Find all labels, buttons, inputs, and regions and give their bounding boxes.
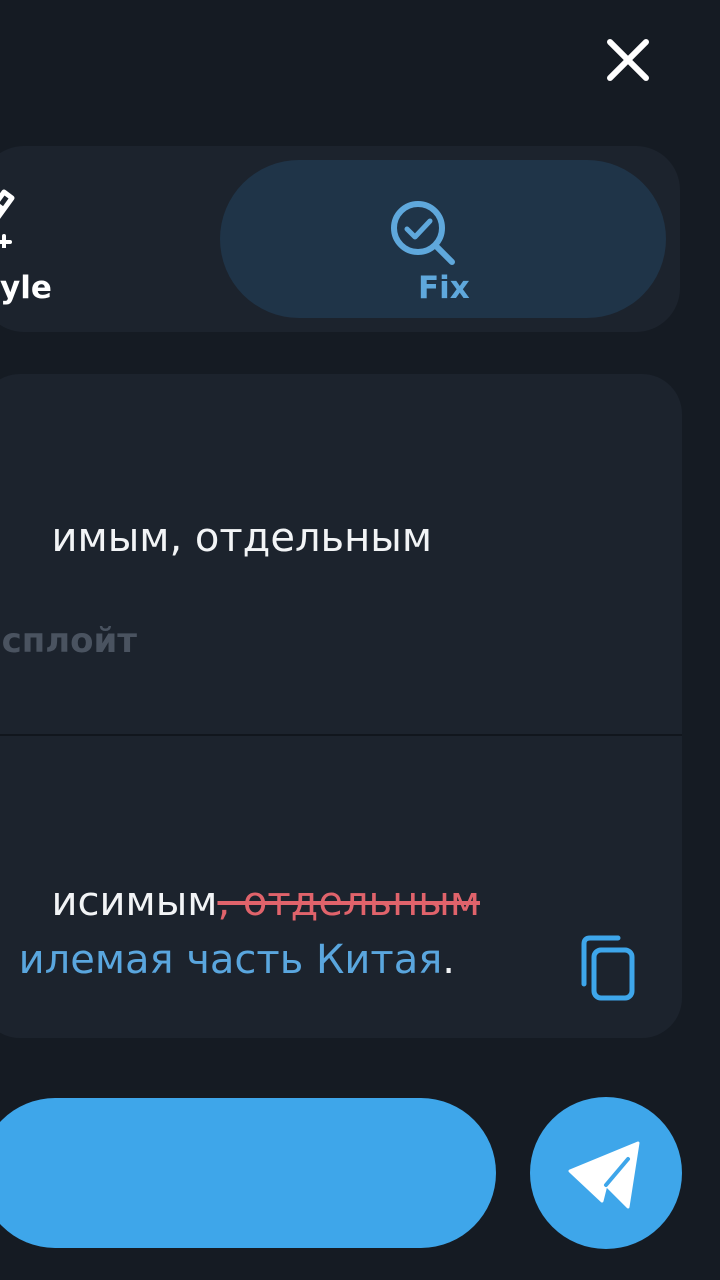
- send-button[interactable]: [530, 1097, 682, 1249]
- tab-style-label: yle: [0, 270, 52, 306]
- magnifier-check-icon: [391, 201, 455, 265]
- kept-text: исимым: [51, 879, 218, 925]
- original-text: имым, отдельным: [51, 515, 432, 561]
- close-icon: [607, 39, 649, 81]
- tab-fix-label: Fix: [418, 270, 470, 306]
- original-text-secondary: сплойт: [1, 621, 137, 661]
- divider: [0, 734, 682, 736]
- end-punctuation: .: [442, 937, 455, 983]
- removed-text: , отдельным: [217, 879, 480, 925]
- mode-selector: [0, 146, 680, 332]
- message-input[interactable]: [0, 1098, 496, 1248]
- close-button[interactable]: [596, 28, 660, 92]
- corrected-text-line2: илемая часть Китая.: [19, 940, 455, 980]
- pen-sparkle-icon: [0, 189, 15, 248]
- send-icon: [568, 1141, 640, 1209]
- added-text: илемая часть Китая: [18, 937, 443, 983]
- copy-icon[interactable]: [574, 932, 640, 1002]
- corrected-text-line1: исимым, отдельным: [52, 882, 480, 922]
